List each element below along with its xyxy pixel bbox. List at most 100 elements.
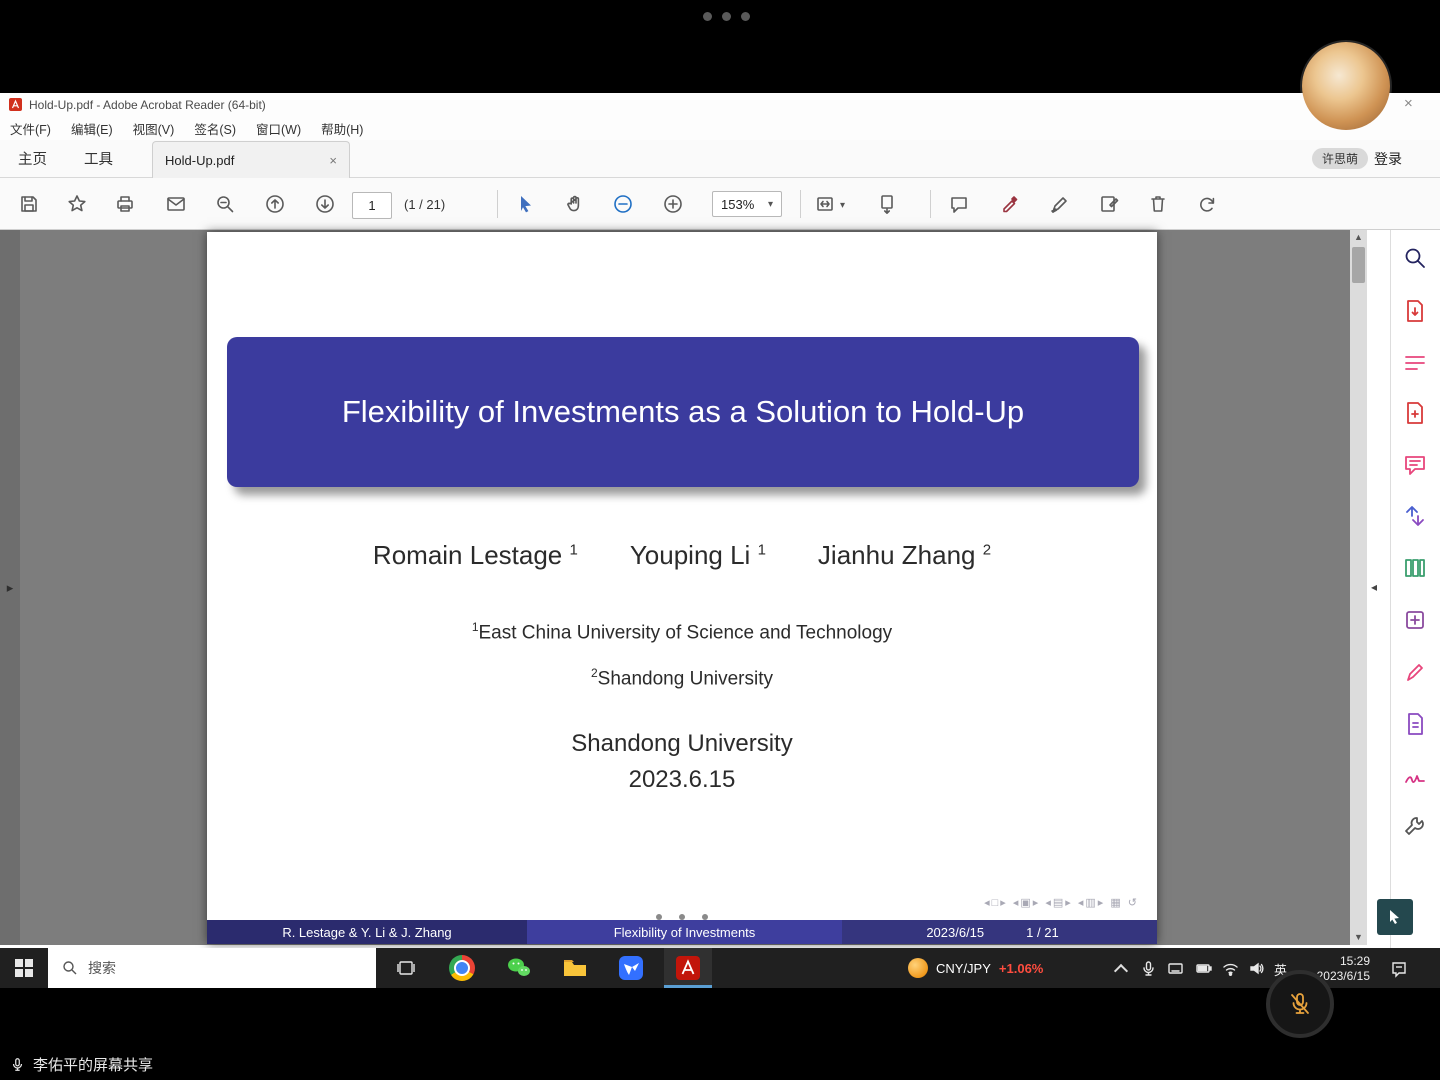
start-button[interactable] xyxy=(0,948,48,988)
stamp-tool-icon[interactable] xyxy=(1098,193,1120,215)
chevron-down-icon[interactable]: ▾ xyxy=(840,200,845,211)
webcam-avatar[interactable] xyxy=(1302,42,1390,130)
toolbar-divider xyxy=(930,190,931,218)
search-zoom-icon[interactable] xyxy=(214,193,236,215)
meeting-mute-button[interactable] xyxy=(1266,970,1334,1038)
vertical-scrollbar[interactable]: ▲ ▼ xyxy=(1350,230,1367,945)
find-tools-icon[interactable] xyxy=(1402,245,1428,271)
file-explorer-icon[interactable] xyxy=(559,952,591,984)
scroll-up-icon[interactable]: ▲ xyxy=(1350,230,1367,245)
stock-pair: CNY/JPY xyxy=(936,961,991,976)
tab-home[interactable]: 主页 xyxy=(18,148,47,169)
print-icon[interactable] xyxy=(114,193,136,215)
request-signature-icon[interactable] xyxy=(1402,763,1428,789)
zoom-level-select[interactable]: 153% ▾ xyxy=(712,191,782,217)
menu-sign[interactable]: 签名(S) xyxy=(184,119,246,138)
panel-collapse-icon[interactable]: ◂ xyxy=(1371,580,1377,594)
page-number-input[interactable]: 1 xyxy=(352,192,392,219)
title-bar[interactable]: Hold-Up.pdf - Adobe Acrobat Reader (64-b… xyxy=(0,93,1440,116)
wifi-icon[interactable] xyxy=(1222,960,1239,982)
touch-keyboard-icon[interactable] xyxy=(1167,960,1184,982)
share-label: 李佑平的屏幕共享 xyxy=(33,1054,153,1075)
action-center-icon[interactable] xyxy=(1390,960,1408,983)
scroll-mode-icon[interactable] xyxy=(876,193,898,215)
acrobat-app-icon xyxy=(8,97,23,112)
pdf-page[interactable]: Flexibility of Investments as a Solution… xyxy=(207,232,1157,944)
zoom-in-icon[interactable] xyxy=(662,193,684,215)
protect-pdf-icon[interactable] xyxy=(1402,711,1428,737)
menu-window[interactable]: 窗口(W) xyxy=(246,119,311,138)
highlighter-icon[interactable] xyxy=(998,193,1020,215)
redo-icon[interactable] xyxy=(1196,193,1218,215)
tab-document-label: Hold-Up.pdf xyxy=(165,153,234,168)
tab-document[interactable]: Hold-Up.pdf × xyxy=(152,141,350,178)
email-icon[interactable] xyxy=(165,193,187,215)
windows-logo-icon xyxy=(15,959,33,977)
search-placeholder: 搜索 xyxy=(88,958,116,978)
comment-tool-icon[interactable] xyxy=(1402,452,1428,478)
coin-icon xyxy=(908,958,928,978)
comment-icon[interactable] xyxy=(948,193,970,215)
slide-title-box: Flexibility of Investments as a Solution… xyxy=(227,337,1139,487)
slide-title: Flexibility of Investments as a Solution… xyxy=(272,390,1094,435)
tab-tools[interactable]: 工具 xyxy=(84,148,113,169)
scroll-down-icon[interactable]: ▼ xyxy=(1350,930,1367,945)
volume-icon[interactable] xyxy=(1248,960,1265,982)
taskbar-stock-widget[interactable]: CNY/JPY +1.06% xyxy=(908,948,1043,988)
sign-pen-icon[interactable] xyxy=(1048,193,1070,215)
login-link[interactable]: 登录 xyxy=(1374,149,1402,169)
menu-edit[interactable]: 编辑(E) xyxy=(61,119,123,138)
trash-icon[interactable] xyxy=(1147,193,1169,215)
hand-tool-icon[interactable] xyxy=(564,193,586,215)
cursor-icon xyxy=(1386,908,1404,926)
create-pdf-icon[interactable] xyxy=(1402,400,1428,426)
dot-icon xyxy=(722,12,731,21)
combine-files-icon[interactable] xyxy=(1402,503,1428,529)
chevron-down-icon: ▾ xyxy=(768,199,773,210)
wechat-icon[interactable] xyxy=(503,952,535,984)
slide-venue: Shandong University xyxy=(207,730,1157,758)
tool-launcher-button[interactable] xyxy=(1377,899,1413,935)
compress-pdf-icon[interactable] xyxy=(1402,607,1428,633)
edit-pdf-icon[interactable] xyxy=(1402,350,1428,376)
slide-date: 2023.6.15 xyxy=(207,766,1157,794)
select-tool-icon[interactable] xyxy=(514,193,536,215)
dot-icon xyxy=(741,12,750,21)
toolbar-divider xyxy=(800,190,801,218)
export-pdf-icon[interactable] xyxy=(1402,298,1428,324)
meeting-controls-handle[interactable] xyxy=(698,8,755,26)
fill-sign-icon[interactable] xyxy=(1402,660,1428,686)
close-window-button[interactable]: × xyxy=(1404,95,1413,112)
menu-bar: 文件(F) 编辑(E) 视图(V) 签名(S) 窗口(W) 帮助(H) xyxy=(0,116,1440,140)
battery-icon[interactable] xyxy=(1195,960,1212,982)
taskbar-search[interactable]: 搜索 xyxy=(48,948,376,988)
more-tools-icon[interactable] xyxy=(1402,814,1428,840)
star-icon[interactable] xyxy=(66,193,88,215)
footer-date: 2023/6/15 xyxy=(926,925,984,940)
menu-view[interactable]: 视图(V) xyxy=(123,119,185,138)
mic-muted-icon xyxy=(1287,991,1313,1017)
beamer-nav-icons[interactable]: ◂□▸ ◂▣▸ ◂▤▸ ◂▥▸ ▦ ↺ xyxy=(207,896,1157,909)
panel-expand-icon[interactable]: ▸ xyxy=(7,580,14,596)
previous-page-icon[interactable] xyxy=(264,193,286,215)
zoom-level-value: 153% xyxy=(721,197,754,212)
stock-change: +1.06% xyxy=(999,961,1043,976)
menu-help[interactable]: 帮助(H) xyxy=(311,119,373,138)
toolbar-divider xyxy=(497,190,498,218)
task-view-button[interactable] xyxy=(390,952,422,984)
scrollbar-thumb[interactable] xyxy=(1352,247,1365,283)
slide-authors: Romain Lestage 1 Youping Li 1 Jianhu Zha… xyxy=(207,540,1157,571)
save-icon[interactable] xyxy=(18,193,40,215)
organize-pages-icon[interactable] xyxy=(1402,555,1428,581)
next-page-icon[interactable] xyxy=(314,193,336,215)
zoom-out-icon[interactable] xyxy=(612,193,634,215)
left-panel-strip[interactable]: ▸ xyxy=(0,230,20,945)
mic-tray-icon[interactable] xyxy=(1140,960,1157,982)
feishu-icon[interactable] xyxy=(615,952,647,984)
active-app-indicator xyxy=(664,985,712,988)
tab-close-icon[interactable]: × xyxy=(329,153,337,168)
acrobat-taskbar-icon[interactable] xyxy=(672,952,704,984)
fit-page-icon[interactable] xyxy=(814,193,836,215)
menu-file[interactable]: 文件(F) xyxy=(0,119,61,138)
chrome-icon[interactable] xyxy=(446,952,478,984)
